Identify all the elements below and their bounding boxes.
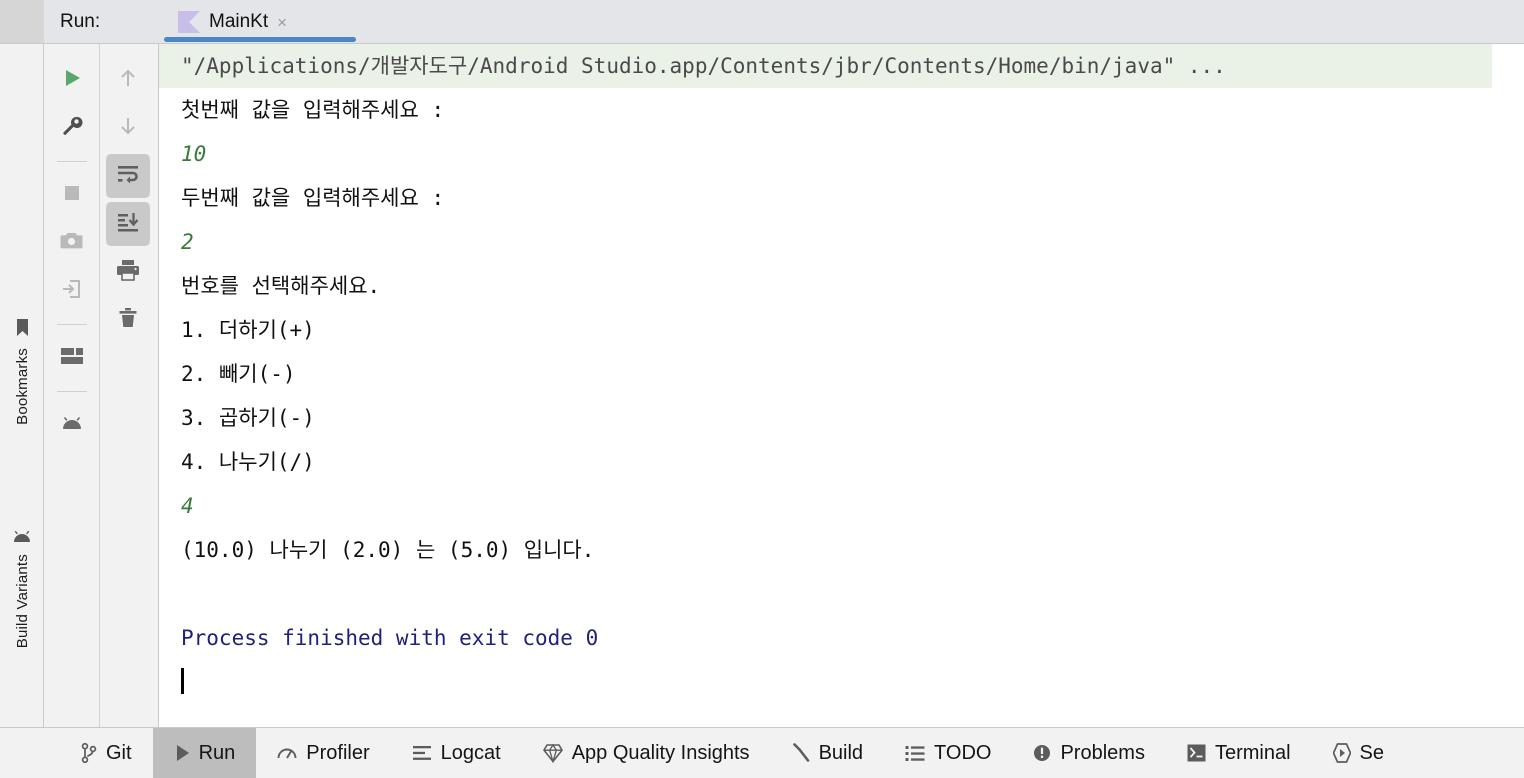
rerun-button[interactable]: [50, 58, 94, 102]
console-line: 2. 빼기(-): [181, 362, 296, 386]
run-window-header: Run: MainKt ×: [44, 0, 1524, 44]
status-bar-item-build-label: Build: [818, 741, 864, 764]
console-line: 1. 더하기(+): [181, 318, 315, 342]
wrench-icon: [61, 115, 83, 142]
status-bar: Git Run Profiler Logcat App Quality Insi…: [0, 727, 1524, 778]
sidebar-item-build-variants-label: Build Variants: [13, 554, 31, 649]
console-line-stdin: 10: [181, 142, 207, 166]
play-icon: [61, 67, 83, 94]
print-button[interactable]: [106, 250, 150, 294]
run-toolbar-column-primary: [44, 44, 100, 727]
status-bar-spacer: [0, 728, 60, 778]
console-line-process-finished: Process finished with exit code 0: [181, 626, 599, 650]
status-bar-item-todo[interactable]: TODO: [884, 728, 1012, 778]
run-toolbar-column-secondary: [100, 44, 156, 727]
printer-icon: [116, 259, 140, 286]
status-bar-item-todo-label: TODO: [934, 741, 992, 764]
arrow-down-icon: [117, 115, 139, 142]
toolbar-divider: [56, 324, 87, 325]
scroll-to-end-button[interactable]: [106, 202, 150, 246]
left-strip-top-corner: [0, 0, 44, 44]
toolbar-divider: [56, 391, 87, 392]
edit-configurations-button[interactable]: [50, 106, 94, 150]
checklist-icon: [905, 745, 925, 762]
run-toolbar: [44, 44, 159, 727]
status-bar-item-logcat[interactable]: Logcat: [391, 728, 522, 778]
left-tool-strip: Bookmarks Build Variants: [0, 0, 44, 727]
status-bar-item-services-label: Se: [1359, 741, 1384, 764]
status-bar-item-services[interactable]: Se: [1312, 728, 1405, 778]
status-bar-item-terminal-label: Terminal: [1214, 741, 1291, 764]
git-branch-icon: [81, 743, 97, 763]
status-bar-item-problems-label: Problems: [1060, 741, 1145, 764]
scroll-to-end-icon: [116, 212, 140, 237]
stop-square-icon: [61, 182, 83, 209]
stop-button[interactable]: [50, 173, 94, 217]
profiler-icon: [277, 744, 297, 762]
android-icon: [60, 416, 84, 435]
android-icon: [12, 530, 32, 547]
exclamation-circle-icon: [1033, 744, 1051, 762]
console-line: 3. 곱하기(-): [181, 406, 315, 430]
sidebar-item-build-variants[interactable]: Build Variants: [0, 530, 44, 648]
kotlin-file-icon: [178, 11, 200, 33]
status-bar-item-git-label: Git: [106, 741, 132, 764]
sidebar-item-bookmarks[interactable]: Bookmarks: [0, 318, 44, 425]
console-line: 첫번째 값을 입력해주세요 :: [181, 98, 445, 122]
status-bar-item-run-label: Run: [198, 741, 236, 764]
screenshot-button[interactable]: [50, 221, 94, 265]
console-caret-line: [159, 660, 1524, 704]
dump-threads-button[interactable]: [50, 269, 94, 313]
status-bar-item-app-quality-insights-label: App Quality Insights: [571, 741, 750, 764]
soft-wrap-button[interactable]: [106, 154, 150, 198]
tab-mainkt-label: MainKt: [209, 11, 269, 32]
console-line-stdin: 4: [181, 494, 194, 518]
android-button[interactable]: [50, 403, 94, 447]
status-bar-item-profiler[interactable]: Profiler: [256, 728, 390, 778]
console-command-line: "/Applications/개발자도구/Android Studio.app/…: [159, 44, 1492, 88]
toolbar-divider: [56, 161, 87, 162]
soft-wrap-icon: [116, 164, 140, 189]
import-arrow-icon: [61, 278, 83, 305]
android-studio-run-window: Bookmarks Build Variants Run: MainKt × "…: [0, 0, 1524, 778]
logcat-lines-icon: [412, 745, 432, 761]
run-window-title: Run:: [60, 11, 101, 32]
console-line-stdin: 2: [181, 230, 194, 254]
status-bar-item-logcat-label: Logcat: [440, 741, 501, 764]
console-line: "/Applications/개발자도구/Android Studio.app/…: [159, 44, 1524, 88]
status-bar-item-app-quality-insights[interactable]: App Quality Insights: [522, 728, 771, 778]
play-icon: [174, 744, 190, 762]
camera-icon: [60, 231, 83, 256]
previous-occurrence-button[interactable]: [106, 58, 150, 102]
next-occurrence-button[interactable]: [106, 106, 150, 150]
console-line: 두번째 값을 입력해주세요 :: [181, 186, 445, 210]
arrow-up-icon: [117, 67, 139, 94]
close-icon[interactable]: ×: [277, 14, 287, 31]
status-bar-item-run[interactable]: Run: [152, 727, 257, 778]
terminal-icon: [1187, 744, 1206, 762]
diamond-icon: [542, 743, 563, 763]
clear-all-button[interactable]: [106, 298, 150, 342]
console-output[interactable]: "/Applications/개발자도구/Android Studio.app/…: [159, 44, 1524, 727]
console-line: 4. 나누기(/): [181, 450, 315, 474]
bookmark-icon: [15, 318, 30, 341]
status-bar-item-build[interactable]: Build: [771, 728, 884, 778]
layout-inspector-button[interactable]: [50, 336, 94, 380]
status-bar-item-terminal[interactable]: Terminal: [1166, 728, 1312, 778]
services-icon: [1332, 743, 1351, 763]
console-line: 번호를 선택해주세요.: [181, 274, 381, 298]
hammer-icon: [792, 743, 810, 763]
tab-active-underline: [164, 37, 356, 42]
status-bar-item-problems[interactable]: Problems: [1012, 728, 1165, 778]
layout-icon: [60, 347, 84, 370]
sidebar-item-bookmarks-label: Bookmarks: [13, 348, 31, 425]
status-bar-item-profiler-label: Profiler: [306, 741, 370, 764]
console-line: (10.0) 나누기 (2.0) 는 (5.0) 입니다.: [181, 538, 595, 562]
trash-icon: [117, 307, 139, 334]
text-caret: [181, 668, 184, 694]
status-bar-item-git[interactable]: Git: [60, 728, 153, 778]
